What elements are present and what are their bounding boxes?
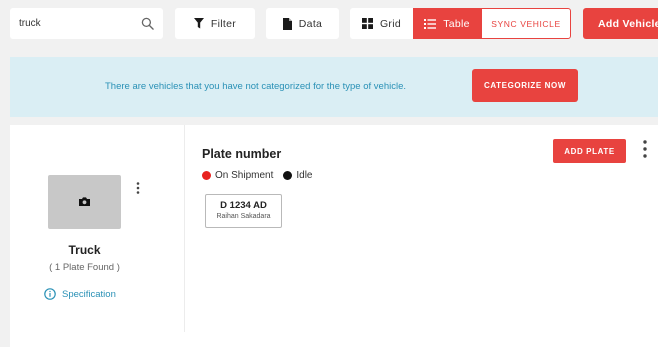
plate-chip[interactable]: D 1234 AD Raihan Sakadara	[205, 194, 282, 228]
search-box	[10, 8, 163, 39]
toolbar: Filter Data Grid Table SYNC VEHICLE	[0, 0, 658, 48]
add-vehicle-button[interactable]: Add Vehicle	[583, 8, 658, 39]
document-icon	[282, 17, 292, 30]
list-icon	[424, 18, 437, 29]
on-shipment-dot	[202, 171, 211, 180]
info-icon	[44, 288, 56, 300]
sync-vehicle-button[interactable]: SYNC VEHICLE	[481, 8, 571, 39]
specification-link[interactable]: Specification	[44, 288, 116, 300]
add-plate-button[interactable]: ADD PLATE	[553, 139, 626, 163]
banner-message: There are vehicles that you have not cat…	[105, 81, 407, 92]
filter-icon	[193, 18, 204, 29]
vehicle-card: Truck ( 1 Plate Found ) Specification Pl…	[10, 125, 658, 347]
camera-icon	[79, 197, 90, 206]
status-legend: On Shipment Idle	[202, 170, 313, 181]
data-label: Data	[298, 17, 323, 30]
driver-name: Raihan Sakadara	[216, 213, 271, 220]
on-shipment-label: On Shipment	[215, 170, 274, 181]
card-menu-kebab-icon[interactable]	[643, 140, 647, 158]
vehicle-type-title: Truck	[68, 243, 101, 257]
vehicle-summary: Truck ( 1 Plate Found ) Specification	[10, 125, 185, 332]
idle-label: Idle	[296, 170, 313, 181]
filter-label: Filter	[210, 17, 237, 30]
table-label: Table	[443, 17, 470, 30]
add-plate-label: ADD PLATE	[564, 146, 615, 156]
plate-number-heading: Plate number	[202, 147, 282, 161]
categorize-now-label: CATEGORIZE NOW	[483, 81, 567, 90]
plate-number: D 1234 AD	[220, 200, 267, 211]
data-button[interactable]: Data	[266, 8, 339, 39]
search-input[interactable]	[10, 8, 136, 39]
table-view-button[interactable]: Table	[413, 8, 481, 39]
sync-vehicle-label: SYNC VEHICLE	[491, 18, 561, 29]
filter-button[interactable]: Filter	[175, 8, 255, 39]
categorize-now-button[interactable]: CATEGORIZE NOW	[472, 69, 578, 102]
grid-view-button[interactable]: Grid	[350, 8, 413, 39]
add-vehicle-label: Add Vehicle	[598, 17, 658, 30]
grid-icon	[361, 18, 373, 29]
idle-dot	[283, 171, 293, 180]
plate-count: ( 1 Plate Found )	[49, 262, 120, 273]
vehicle-menu-kebab-icon[interactable]	[136, 182, 140, 194]
grid-label: Grid	[379, 17, 402, 30]
vehicle-image-placeholder[interactable]	[48, 175, 121, 229]
search-icon[interactable]	[141, 17, 154, 30]
uncategorized-banner: There are vehicles that you have not cat…	[10, 57, 658, 117]
specification-label: Specification	[62, 288, 116, 300]
